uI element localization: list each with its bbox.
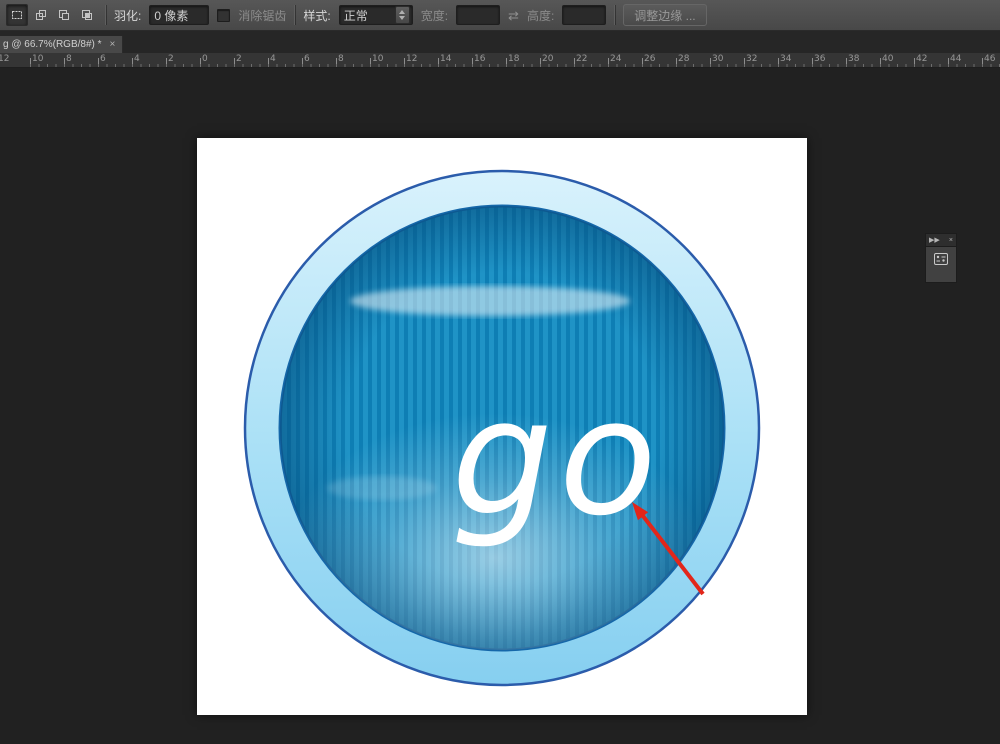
ruler-number: 42 [916, 54, 927, 64]
intersect-selection-icon [81, 9, 93, 21]
feather-value: 0 像素 [154, 7, 188, 24]
divider [294, 5, 295, 25]
ruler-number: 6 [304, 54, 310, 64]
panel-expand-icon[interactable]: ▶▶ [929, 237, 940, 244]
ruler-number: 20 [542, 54, 553, 64]
ruler-number: 2 [236, 54, 242, 64]
ruler-number: 28 [678, 54, 689, 64]
options-bar: 羽化: 0 像素 消除锯齿 样式: 正常 宽度: ⇄ 高度: 调整边缘 ... [0, 0, 1000, 31]
ruler-number: 32 [746, 54, 757, 64]
ruler-number: 8 [338, 54, 344, 64]
ruler-number: 10 [32, 54, 43, 64]
width-label: 宽度: [421, 7, 448, 24]
add-to-selection-icon [35, 9, 47, 21]
ruler-number: 44 [950, 54, 961, 64]
ruler-number: 6 [100, 54, 106, 64]
document-tab[interactable]: g @ 66.7%(RGB/8#) * × [0, 36, 123, 53]
document-tab-bar: g @ 66.7%(RGB/8#) * × [0, 31, 1000, 53]
refine-edge-button[interactable]: 调整边缘 ... [623, 4, 706, 26]
ruler-number: 30 [712, 54, 723, 64]
style-label: 样式: [303, 7, 330, 24]
collapsed-panel-header: ▶▶ × [925, 233, 957, 247]
ruler-number: 12 [406, 54, 417, 64]
ruler-number: 16 [474, 54, 485, 64]
ruler-number: 4 [270, 54, 276, 64]
button-top-gloss [350, 286, 630, 316]
panel-icon[interactable] [933, 252, 949, 266]
refine-edge-label: 调整边缘 ... [634, 7, 695, 24]
selection-mode-group [6, 4, 97, 26]
document-artboard[interactable]: go [197, 138, 807, 715]
new-selection-button[interactable] [6, 4, 28, 26]
antialias-checkbox[interactable] [217, 9, 230, 22]
ruler-number: 12 [0, 54, 9, 64]
ruler-number: 34 [780, 54, 791, 64]
ruler-number: 26 [644, 54, 655, 64]
feather-input[interactable]: 0 像素 [149, 5, 209, 25]
ruler-number: 10 [372, 54, 383, 64]
antialias-label: 消除锯齿 [238, 7, 286, 24]
collapsed-panel: ▶▶ × [925, 233, 957, 283]
ruler-number: 0 [202, 54, 208, 64]
ruler-number: 8 [66, 54, 72, 64]
tab-close-icon[interactable]: × [110, 40, 116, 50]
subtract-from-selection-icon [58, 9, 70, 21]
go-label: go [451, 364, 662, 551]
ruler-number: 14 [440, 54, 451, 64]
style-dropdown[interactable]: 正常 [339, 5, 413, 25]
ruler-number: 38 [848, 54, 859, 64]
horizontal-ruler[interactable]: 1210864202468101214161820222426283032343… [0, 53, 1000, 68]
panel-close-icon[interactable]: × [949, 237, 953, 244]
go-button-graphic: go [197, 138, 807, 715]
height-input[interactable] [562, 5, 606, 25]
width-input[interactable] [456, 5, 500, 25]
dropdown-stepper-icon [395, 6, 410, 24]
ruler-number: 22 [576, 54, 587, 64]
ruler-number: 36 [814, 54, 825, 64]
ruler-number: 18 [508, 54, 519, 64]
canvas-area: go ▶▶ × [0, 68, 1000, 744]
divider [105, 5, 106, 25]
subtract-from-selection-button[interactable] [54, 5, 74, 25]
height-label: 高度: [527, 7, 554, 24]
ruler-number: 4 [134, 54, 140, 64]
ruler-number: 40 [882, 54, 893, 64]
intersect-selection-button[interactable] [77, 5, 97, 25]
feather-label: 羽化: [114, 7, 141, 24]
add-to-selection-button[interactable] [31, 5, 51, 25]
new-selection-icon [11, 9, 23, 21]
document-tab-title: g @ 66.7%(RGB/8#) * [3, 39, 102, 50]
swap-dimensions-icon[interactable]: ⇄ [508, 9, 519, 22]
collapsed-panel-body [925, 247, 957, 283]
divider [614, 5, 615, 25]
button-side-gloss [327, 476, 437, 500]
ruler-number: 2 [168, 54, 174, 64]
ruler-number: 24 [610, 54, 621, 64]
style-value: 正常 [344, 7, 368, 24]
ruler-number: 46 [984, 54, 995, 64]
